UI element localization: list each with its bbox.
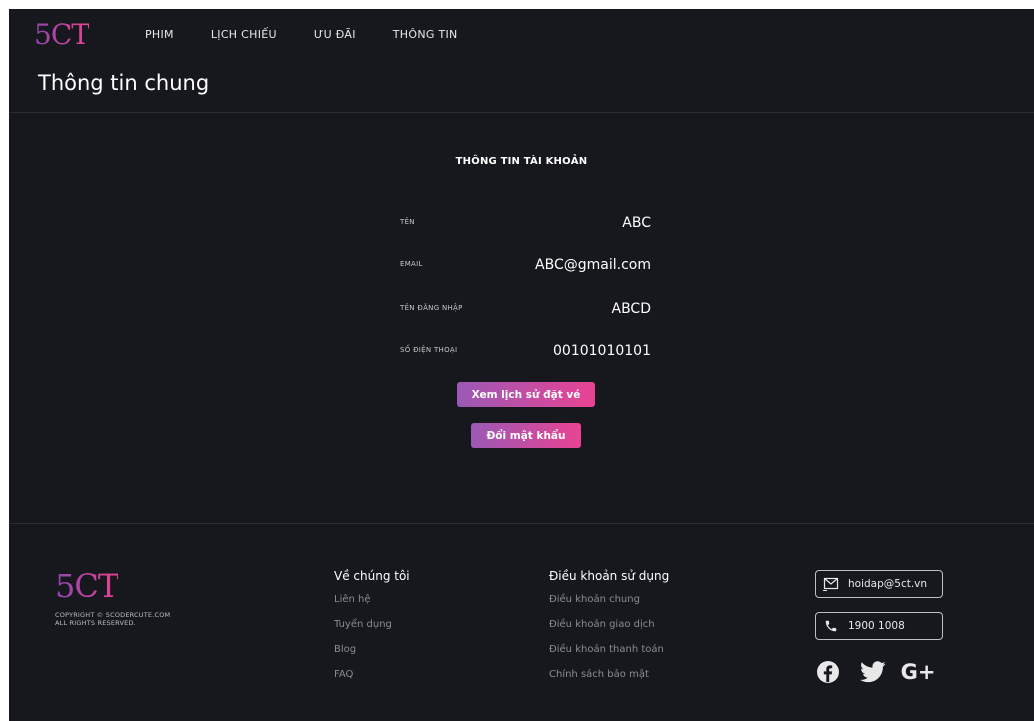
account-row-username: TÊN ĐĂNG NHẬP ABCD — [400, 301, 651, 321]
nav-item-uu-dai[interactable]: ƯU ĐÃI — [314, 28, 356, 42]
footer-logo[interactable]: 5CT — [55, 568, 119, 604]
field-label: EMAIL — [400, 260, 423, 268]
footer-about-title: Về chúng tôi — [334, 569, 410, 583]
footer-link-careers[interactable]: Tuyển dụng — [334, 618, 410, 632]
change-password-button[interactable]: Đổi mật khẩu — [471, 423, 581, 448]
field-value: 00101010101 — [553, 343, 651, 359]
field-value: ABC@gmail.com — [535, 257, 651, 273]
header: 5CT PHIM LỊCH CHIẾU ƯU ĐÃI THÔNG TIN Thô… — [9, 9, 1034, 113]
phone-icon — [823, 618, 839, 634]
twitter-icon[interactable] — [860, 659, 886, 685]
nav-item-lich-chieu[interactable]: LỊCH CHIẾU — [211, 28, 277, 42]
contact-email-button[interactable]: hoidap@5ct.vn — [815, 570, 943, 598]
google-plus-icon[interactable]: G+ — [901, 659, 936, 685]
footer-link-faq[interactable]: FAQ — [334, 668, 410, 682]
footer-link-payment-terms[interactable]: Điều khoản thanh toán — [549, 643, 669, 657]
field-label: TÊN ĐĂNG NHẬP — [400, 304, 463, 312]
footer: 5CT COPYRIGHT © SCODERCUTE.COM ALL RIGHT… — [9, 523, 1034, 721]
page-title: Thông tin chung — [38, 71, 210, 95]
contact-phone-button[interactable]: 1900 1008 — [815, 612, 943, 640]
footer-terms-title: Điều khoản sử dụng — [549, 569, 670, 583]
social-links: G+ — [815, 659, 950, 685]
account-section-title: THÔNG TIN TÀI KHOẢN — [455, 156, 588, 167]
footer-link-transaction-terms[interactable]: Điều khoản giao dịch — [549, 618, 669, 632]
account-row-email: EMAIL ABC@gmail.com — [400, 257, 651, 277]
nav-item-thong-tin[interactable]: THÔNG TIN — [393, 28, 458, 42]
facebook-icon[interactable] — [815, 659, 841, 685]
main-nav: PHIM LỊCH CHIẾU ƯU ĐÃI THÔNG TIN — [145, 28, 495, 42]
field-value: ABCD — [611, 301, 652, 317]
footer-terms-column: Điều khoản sử dụng Điều khoản chung Điều… — [549, 568, 669, 693]
footer-about-column: Về chúng tôi Liên hệ Tuyển dụng Blog FAQ — [334, 568, 410, 693]
nav-item-phim[interactable]: PHIM — [145, 28, 174, 42]
mail-icon — [823, 576, 839, 592]
account-row-name: TÊN ABC — [400, 215, 651, 235]
footer-link-contact[interactable]: Liên hệ — [334, 593, 410, 607]
booking-history-button[interactable]: Xem lịch sử đặt vé — [457, 382, 595, 407]
logo[interactable]: 5CT — [34, 19, 90, 51]
footer-link-general-terms[interactable]: Điều khoản chung — [549, 593, 669, 607]
app-frame: 5CT PHIM LỊCH CHIẾU ƯU ĐÃI THÔNG TIN Thô… — [9, 9, 1034, 721]
footer-link-privacy-policy[interactable]: Chính sách bảo mật — [549, 668, 669, 682]
account-row-phone: SỐ ĐIỆN THOẠI 00101010101 — [400, 343, 651, 363]
contact-email-text: hoidap@5ct.vn — [848, 578, 928, 590]
copyright-line: COPYRIGHT © SCODERCUTE.COM — [55, 611, 171, 619]
contact-phone-text: 1900 1008 — [848, 620, 905, 632]
field-value: ABC — [622, 215, 651, 231]
field-label: SỐ ĐIỆN THOẠI — [400, 346, 458, 354]
footer-link-blog[interactable]: Blog — [334, 643, 410, 657]
field-label: TÊN — [400, 218, 415, 226]
copyright: COPYRIGHT © SCODERCUTE.COM ALL RIGHTS RE… — [55, 611, 170, 627]
copyright-line: ALL RIGHTS RESERVED. — [55, 619, 136, 627]
